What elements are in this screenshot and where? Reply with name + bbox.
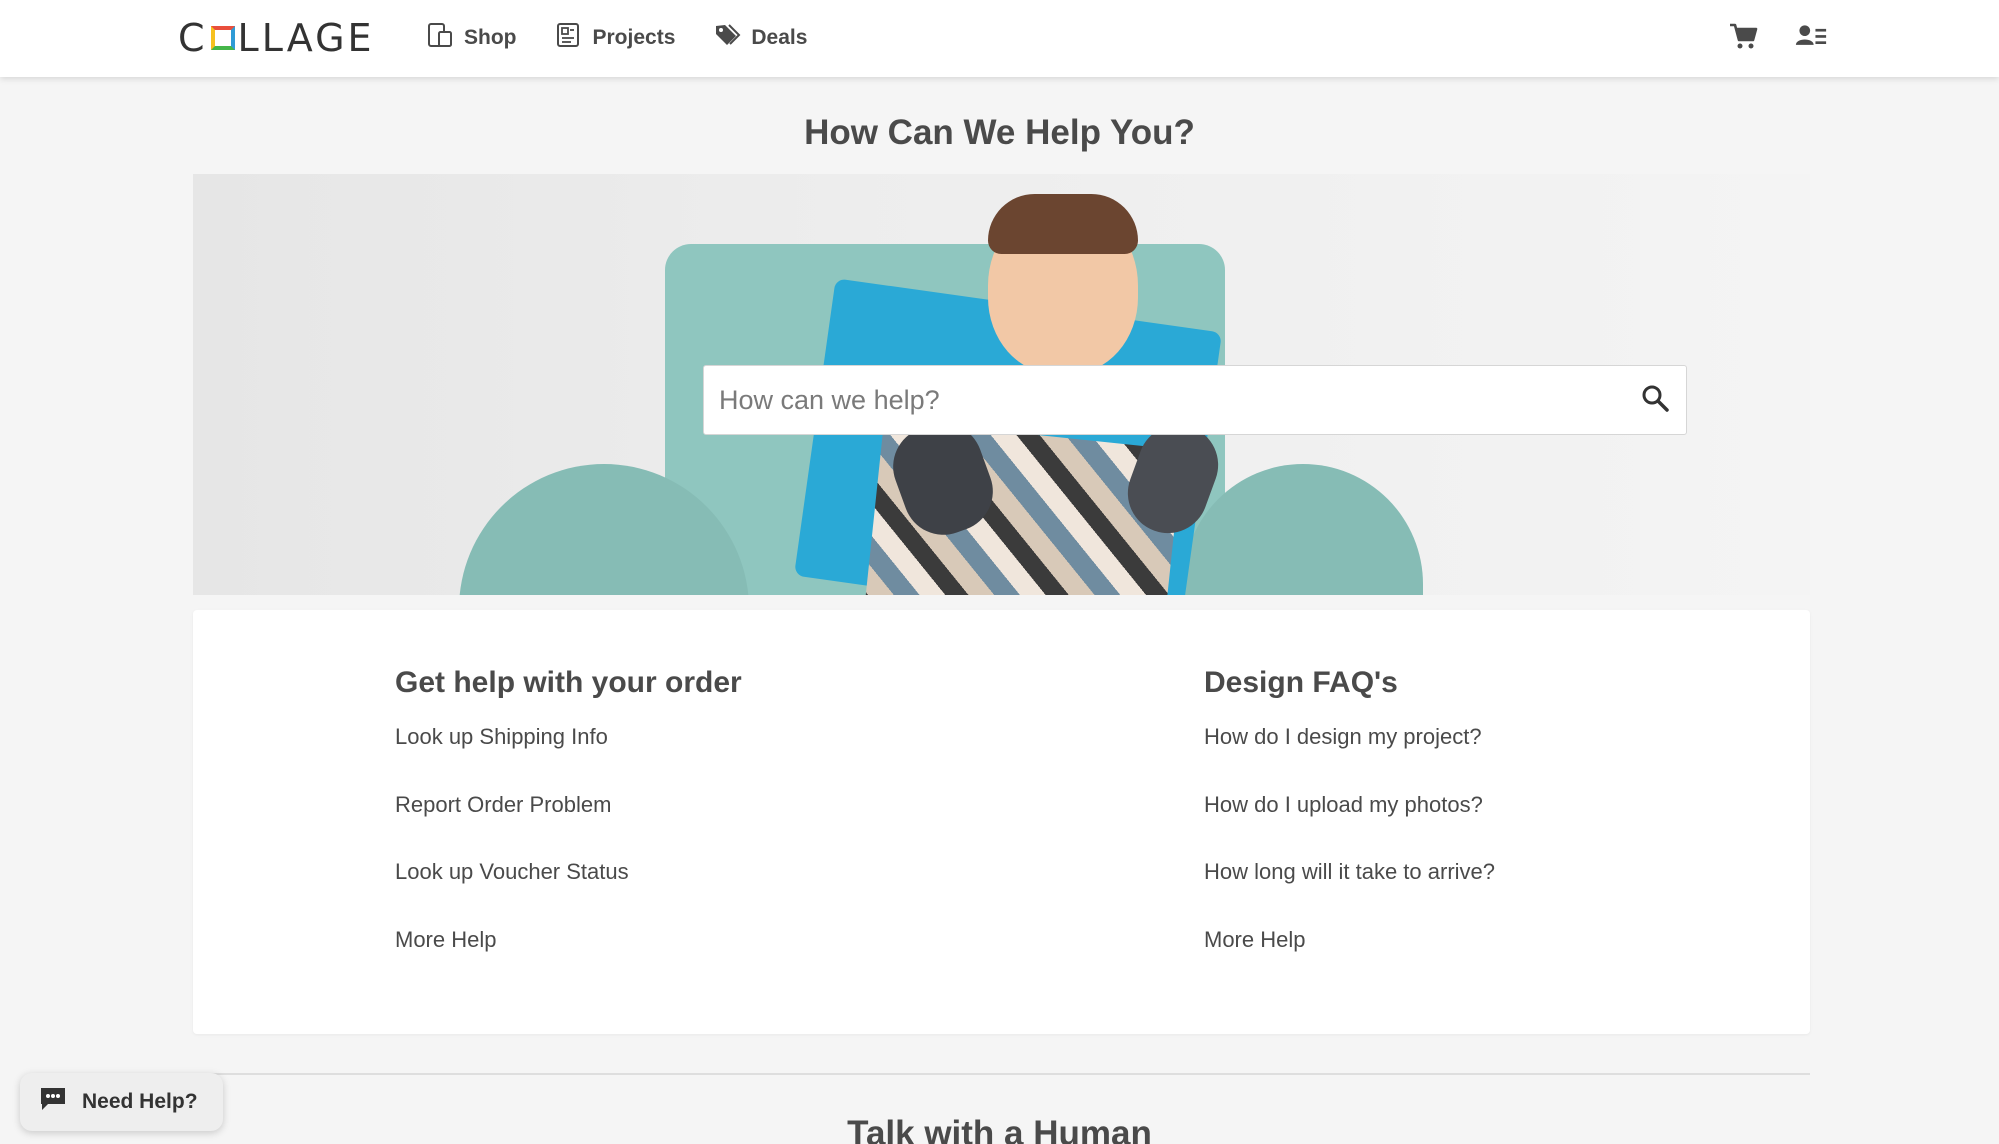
link-upload-photos[interactable]: How do I upload my photos? bbox=[1204, 793, 1495, 862]
nav-deals-label: Deals bbox=[751, 26, 808, 49]
order-help-heading: Get help with your order bbox=[395, 666, 742, 699]
cart-icon[interactable] bbox=[1727, 20, 1759, 57]
page-title: How Can We Help You? bbox=[804, 113, 1195, 152]
projects-icon bbox=[555, 21, 583, 55]
link-arrival-time[interactable]: How long will it take to arrive? bbox=[1204, 861, 1495, 929]
help-search-input[interactable] bbox=[719, 384, 1640, 416]
nav-projects-label: Projects bbox=[592, 26, 676, 49]
logo-letter-c: C bbox=[178, 16, 208, 60]
help-search-box bbox=[703, 365, 1687, 435]
talk-with-human-heading: Talk with a Human bbox=[847, 1114, 1152, 1144]
design-faq-column: Design FAQ's How do I design my project?… bbox=[1204, 666, 1495, 996]
chat-bubble-icon bbox=[38, 1084, 68, 1120]
link-design-more-help[interactable]: More Help bbox=[1204, 928, 1495, 997]
need-help-chat-button[interactable]: Need Help? bbox=[20, 1073, 223, 1131]
hero-child-hair bbox=[988, 194, 1138, 254]
account-icon[interactable] bbox=[1795, 20, 1827, 57]
logo-rest: LLAGE bbox=[237, 16, 375, 60]
shop-icon bbox=[426, 21, 454, 55]
search-icon[interactable] bbox=[1640, 383, 1670, 418]
hero-banner bbox=[193, 174, 1810, 595]
link-order-more-help[interactable]: More Help bbox=[395, 928, 742, 997]
need-help-label: Need Help? bbox=[82, 1090, 198, 1113]
nav-shop[interactable]: Shop bbox=[426, 21, 517, 55]
tag-icon bbox=[713, 21, 741, 55]
section-divider bbox=[205, 1073, 1810, 1075]
main-nav: Shop Projects Deals bbox=[426, 20, 807, 56]
link-report-order-problem[interactable]: Report Order Problem bbox=[395, 793, 742, 862]
nav-projects[interactable]: Projects bbox=[555, 21, 676, 55]
link-voucher-status[interactable]: Look up Voucher Status bbox=[395, 861, 742, 929]
order-help-column: Get help with your order Look up Shippin… bbox=[395, 666, 742, 996]
top-nav-bar: C LLAGE Shop Projects Deals bbox=[0, 0, 1999, 77]
link-shipping-info[interactable]: Look up Shipping Info bbox=[395, 726, 742, 794]
logo-o-mark bbox=[210, 26, 235, 50]
design-faq-heading: Design FAQ's bbox=[1204, 666, 1398, 699]
help-links-card: Get help with your order Look up Shippin… bbox=[193, 610, 1810, 1034]
nav-shop-label: Shop bbox=[464, 26, 517, 49]
link-design-project[interactable]: How do I design my project? bbox=[1204, 726, 1495, 794]
nav-deals[interactable]: Deals bbox=[713, 21, 807, 55]
header-actions bbox=[1727, 20, 1827, 57]
collage-logo[interactable]: C LLAGE bbox=[178, 16, 375, 60]
